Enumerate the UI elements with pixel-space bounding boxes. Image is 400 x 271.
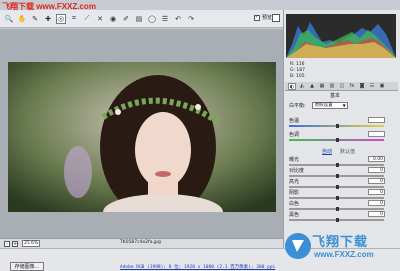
section-title-basic: 基本: [330, 93, 341, 99]
logo-text: 飞翔下载: [312, 234, 369, 249]
slider-label: 色温: [289, 118, 300, 124]
spot-removal-icon[interactable]: ✕: [95, 14, 105, 24]
slider-track[interactable]: [289, 207, 384, 211]
histogram: [286, 14, 396, 58]
red-eye-icon[interactable]: ◉: [108, 14, 118, 24]
crop-icon[interactable]: ⌗: [69, 14, 79, 24]
rotate-right-icon[interactable]: ↷: [186, 14, 196, 24]
blue-value: B: 105: [290, 74, 305, 79]
slider-track[interactable]: [289, 218, 384, 222]
slider-value-field[interactable]: [368, 117, 385, 123]
slider-thumb[interactable]: [335, 196, 339, 200]
tab-effects-icon[interactable]: fx: [348, 83, 356, 90]
straighten-icon[interactable]: ⟋: [82, 14, 92, 24]
tab-presets-icon[interactable]: ☷: [368, 83, 376, 90]
tab-camera-icon[interactable]: ◙: [358, 83, 366, 90]
zoom-in-button[interactable]: +: [12, 240, 18, 247]
slider-label: 色调: [289, 132, 300, 138]
workflow-options-link[interactable]: Adobe RGB (1998); 8 位; 1920 x 1080 (2.1 …: [120, 264, 275, 270]
tab-lens-icon[interactable]: ◫: [338, 83, 346, 90]
zoom-out-button[interactable]: -: [4, 240, 10, 247]
slider-track[interactable]: [289, 196, 384, 200]
slider-label: 对比度: [289, 168, 305, 174]
site-watermark: 飞翔下载 www.FXXZ.com: [2, 2, 96, 11]
slider-thumb[interactable]: [335, 218, 339, 222]
radial-filter-icon[interactable]: ◯: [147, 14, 157, 24]
slider-label: 白色: [289, 201, 300, 207]
target-adjust-icon[interactable]: ◎: [56, 13, 66, 24]
preview-checkbox[interactable]: ✓: [254, 14, 260, 21]
tab-detail-icon[interactable]: ▲: [308, 83, 316, 90]
zoom-level-select[interactable]: 25.6%: [22, 240, 40, 247]
brush-icon[interactable]: ✐: [121, 14, 131, 24]
slider-track[interactable]: [289, 124, 384, 128]
slider-thumb[interactable]: [335, 185, 339, 189]
rotate-left-icon[interactable]: ↶: [173, 14, 183, 24]
zoom-tool-icon[interactable]: 🔍: [4, 14, 14, 24]
slider-track[interactable]: [289, 185, 384, 189]
tab-hsl-icon[interactable]: ▦: [318, 83, 326, 90]
slider-thumb[interactable]: [335, 124, 339, 128]
white-balance-value: 原照设置: [314, 103, 333, 108]
slider-value-field[interactable]: 0.00: [368, 156, 385, 162]
histogram-graph: [286, 22, 396, 58]
white-balance-label: 白平衡:: [289, 103, 306, 109]
slider-track[interactable]: [289, 174, 384, 178]
preview-photo: [8, 62, 276, 212]
slider-label: 黑色: [289, 212, 300, 218]
auto-link[interactable]: 自动: [322, 148, 332, 155]
hand-tool-icon[interactable]: ✋: [17, 14, 27, 24]
eyedropper-icon[interactable]: ✎: [30, 14, 40, 24]
slider-value-field[interactable]: 0: [368, 189, 385, 195]
slider-thumb[interactable]: [335, 207, 339, 211]
slider-value-field[interactable]: [368, 131, 385, 137]
default-link[interactable]: 默认值: [340, 148, 355, 155]
slider-label: 曝光: [289, 157, 300, 163]
gradient-filter-icon[interactable]: ▤: [134, 14, 144, 24]
tab-tone-curve-icon[interactable]: ◭: [298, 83, 306, 90]
white-balance-row: 白平衡: 原照设置 ▼: [289, 102, 348, 109]
fullscreen-icon[interactable]: [272, 14, 280, 22]
chevron-down-icon: ▼: [342, 103, 346, 108]
slider-label: 阴影: [289, 190, 300, 196]
slider-track[interactable]: [289, 163, 384, 167]
tool-bar: 🔍 ✋ ✎ ✚ ◎ ⌗ ⟋ ✕ ◉ ✐ ▤ ◯ ☰ ↶ ↷: [0, 10, 283, 28]
slider-track[interactable]: [289, 138, 384, 142]
slider-thumb[interactable]: [335, 174, 339, 178]
portrait-image: [8, 62, 276, 212]
save-image-button[interactable]: 存储图像...: [10, 262, 44, 271]
preferences-icon[interactable]: ☰: [160, 14, 170, 24]
slider-value-field[interactable]: 0: [368, 211, 385, 217]
slider-value-field[interactable]: 0: [368, 200, 385, 206]
slider-value-field[interactable]: 0: [368, 178, 385, 184]
color-sampler-icon[interactable]: ✚: [43, 14, 53, 24]
tab-basic-icon[interactable]: ◐: [288, 82, 296, 90]
preview-toggle[interactable]: ✓ 预览: [254, 14, 272, 21]
slider-thumb[interactable]: [335, 138, 339, 142]
tab-snapshots-icon[interactable]: ▣: [378, 83, 386, 90]
rgb-readout: R: 116 G: 187 B: 105: [290, 62, 305, 80]
white-balance-select[interactable]: 原照设置 ▼: [311, 102, 348, 109]
file-name: TK0587c4e2fa.jpg: [120, 240, 161, 245]
slider-value-field[interactable]: 0: [368, 167, 385, 173]
preview-label: 预览: [262, 15, 273, 21]
logo-url: www.FXXZ.com: [314, 250, 374, 259]
slider-thumb[interactable]: [335, 163, 339, 167]
tab-split-toning-icon[interactable]: ▥: [328, 83, 336, 90]
slider-label: 高光: [289, 179, 300, 185]
panel-tabs: ◐ ◭ ▲ ▦ ▥ ◫ fx ◙ ☷ ▣: [285, 82, 398, 91]
